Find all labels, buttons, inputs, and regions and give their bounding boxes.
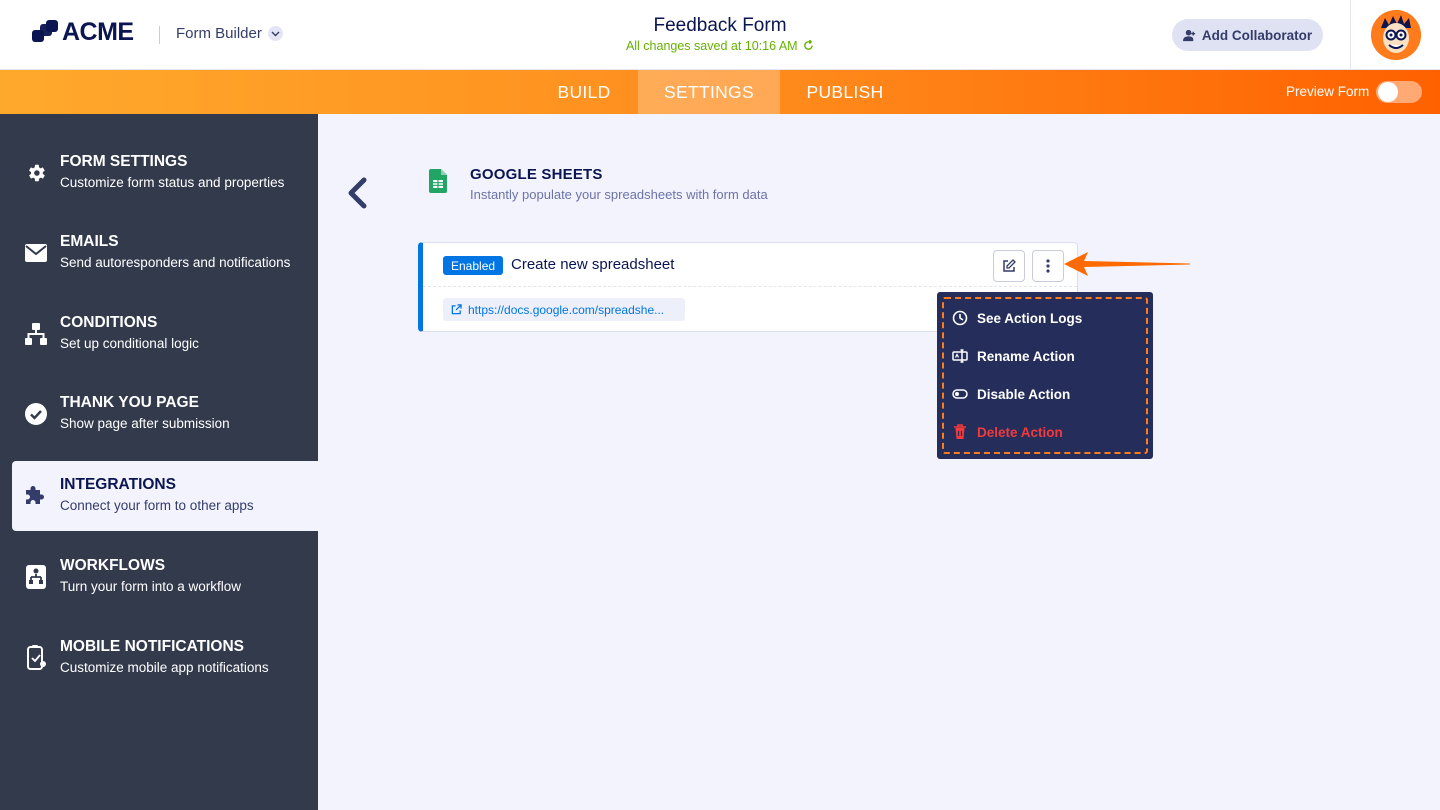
brand-name: ACME bbox=[62, 18, 134, 46]
main-nav: BUILD SETTINGS PUBLISH Preview Form bbox=[0, 70, 1440, 114]
sidebar-item-title: MOBILE NOTIFICATIONS bbox=[60, 638, 244, 655]
rename-icon bbox=[951, 347, 969, 365]
sidebar-item-title: WORKFLOWS bbox=[60, 557, 166, 574]
header-divider bbox=[159, 26, 160, 44]
sidebar-item-subtitle: Set up conditional logic bbox=[60, 336, 199, 351]
top-header: ACME Form Builder Feedback Form All chan… bbox=[0, 0, 1440, 70]
menu-item-label: Rename Action bbox=[977, 348, 1075, 364]
sidebar-item-form-settings[interactable]: FORM SETTINGS Customize form status and … bbox=[0, 138, 318, 208]
app-switcher-label: Form Builder bbox=[176, 25, 262, 42]
menu-item-label: Disable Action bbox=[977, 386, 1071, 402]
sidebar-item-integrations[interactable]: INTEGRATIONS Connect your form to other … bbox=[12, 461, 318, 531]
chevron-down-icon bbox=[267, 26, 283, 41]
sidebar-item-subtitle: Turn your form into a workflow bbox=[60, 579, 242, 594]
trash-icon bbox=[951, 423, 969, 441]
sidebar-item-emails[interactable]: EMAILS Send autoresponders and notificat… bbox=[0, 218, 318, 288]
tab-build[interactable]: BUILD bbox=[530, 70, 638, 114]
sidebar-item-mobile-notifications[interactable]: MOBILE NOTIFICATIONS Customize mobile ap… bbox=[0, 623, 318, 693]
add-collaborator-button[interactable]: Add Collaborator bbox=[1172, 19, 1323, 51]
integration-subtitle: Instantly populate your spreadsheets wit… bbox=[470, 187, 768, 202]
avatar-face-icon bbox=[1371, 10, 1421, 60]
sidebar-item-thank-you-page[interactable]: THANK YOU PAGE Show page after submissio… bbox=[0, 379, 318, 449]
menu-item-label: See Action Logs bbox=[977, 310, 1083, 326]
puzzle-icon bbox=[24, 484, 48, 508]
sidebar-item-subtitle: Customize mobile app notifications bbox=[60, 660, 269, 675]
mobile-icon bbox=[24, 645, 48, 670]
envelope-icon bbox=[24, 241, 48, 265]
more-options-button[interactable] bbox=[1032, 250, 1064, 282]
add-collaborator-label: Add Collaborator bbox=[1201, 27, 1313, 43]
acme-logo-mark-icon bbox=[32, 19, 58, 46]
external-link-icon bbox=[451, 304, 462, 315]
clock-icon bbox=[951, 309, 969, 327]
preview-form-label: Preview Form bbox=[1286, 84, 1370, 99]
sidebar-item-title: CONDITIONS bbox=[60, 314, 158, 331]
form-title[interactable]: Feedback Form bbox=[520, 15, 920, 37]
tab-settings[interactable]: SETTINGS bbox=[638, 70, 780, 114]
spreadsheet-link[interactable]: https://docs.google.com/spreadshe... bbox=[443, 298, 685, 321]
sidebar-item-subtitle: Show page after submission bbox=[60, 416, 230, 431]
sidebar-item-subtitle: Customize form status and properties bbox=[60, 175, 285, 190]
tab-publish[interactable]: PUBLISH bbox=[780, 70, 910, 114]
menu-item-see-action-logs[interactable]: See Action Logs bbox=[951, 307, 1082, 329]
app-switcher[interactable]: Form Builder bbox=[176, 25, 283, 42]
gear-icon bbox=[24, 161, 48, 185]
sidebar-item-conditions[interactable]: CONDITIONS Set up conditional logic bbox=[0, 299, 318, 369]
integration-title: GOOGLE SHEETS bbox=[470, 166, 603, 183]
edit-action-button[interactable] bbox=[993, 250, 1025, 282]
avatar[interactable] bbox=[1371, 10, 1421, 60]
google-sheets-icon bbox=[429, 169, 447, 198]
edit-icon bbox=[1003, 259, 1016, 272]
sidebar-item-title: FORM SETTINGS bbox=[60, 153, 188, 170]
action-title: Create new spreadsheet bbox=[511, 256, 675, 273]
settings-sidebar: FORM SETTINGS Customize form status and … bbox=[0, 114, 318, 810]
kebab-menu-icon bbox=[1046, 259, 1050, 273]
menu-item-rename-action[interactable]: Rename Action bbox=[951, 345, 1075, 367]
back-button[interactable] bbox=[344, 176, 370, 210]
sidebar-item-title: THANK YOU PAGE bbox=[60, 394, 199, 411]
sitemap-icon bbox=[24, 322, 48, 346]
toggle-off-icon bbox=[951, 385, 969, 403]
menu-item-label: Delete Action bbox=[977, 424, 1063, 440]
sidebar-item-title: INTEGRATIONS bbox=[60, 476, 176, 493]
workflow-icon bbox=[24, 565, 48, 589]
sidebar-item-title: EMAILS bbox=[60, 233, 119, 250]
menu-item-delete-action[interactable]: Delete Action bbox=[951, 421, 1063, 443]
save-status: All changes saved at 10:16 AM bbox=[520, 39, 920, 53]
sidebar-item-subtitle: Connect your form to other apps bbox=[60, 498, 254, 513]
preview-form-toggle[interactable] bbox=[1376, 81, 1422, 103]
chevron-left-icon bbox=[348, 177, 367, 209]
save-status-text: All changes saved at 10:16 AM bbox=[625, 39, 798, 53]
acme-logo[interactable]: ACME bbox=[32, 18, 134, 47]
sidebar-item-workflows[interactable]: WORKFLOWS Turn your form into a workflow bbox=[0, 542, 318, 612]
account-area bbox=[1350, 0, 1440, 70]
arrow-pointer-icon bbox=[1062, 250, 1192, 283]
spreadsheet-link-text: https://docs.google.com/spreadshe... bbox=[468, 302, 665, 317]
toggle-knob bbox=[1378, 82, 1398, 102]
action-card-header: Enabled Create new spreadsheet bbox=[423, 243, 1077, 287]
menu-item-disable-action[interactable]: Disable Action bbox=[951, 383, 1070, 405]
action-options-menu: See Action Logs Rename Action Disable Ac… bbox=[937, 292, 1153, 459]
refresh-icon[interactable] bbox=[803, 39, 814, 51]
check-circle-icon bbox=[24, 402, 48, 426]
add-user-icon bbox=[1182, 29, 1195, 41]
status-badge: Enabled bbox=[443, 256, 504, 275]
sidebar-item-subtitle: Send autoresponders and notifications bbox=[60, 255, 291, 270]
